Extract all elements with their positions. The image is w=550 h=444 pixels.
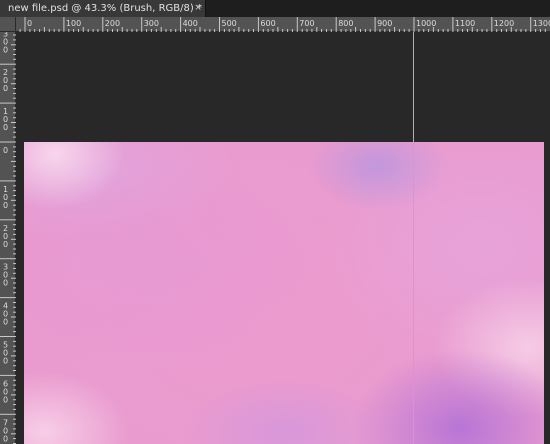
vertical-ruler-ticks: 3002001000100200300400500600700	[0, 32, 16, 444]
ruler-label: 100	[3, 107, 8, 132]
document-tab[interactable]: new file.psd @ 43.3% (Brush, RGB/8) * ×	[0, 0, 206, 17]
svg-text:0: 0	[3, 318, 8, 327]
ruler-label: 500	[3, 341, 8, 366]
ruler-label: 1000	[416, 19, 436, 28]
svg-text:0: 0	[3, 201, 8, 210]
ruler-label: 300	[3, 263, 8, 288]
ruler-label: 600	[260, 19, 275, 28]
svg-text:0: 0	[3, 279, 8, 288]
svg-text:0: 0	[3, 240, 8, 249]
svg-text:0: 0	[3, 84, 8, 93]
svg-text:0: 0	[3, 45, 8, 54]
ruler-label: 0	[27, 19, 32, 28]
pasteboard[interactable]	[16, 32, 550, 444]
close-icon[interactable]: ×	[192, 0, 204, 17]
svg-text:0: 0	[3, 434, 8, 443]
ruler-label: 1300	[533, 19, 550, 28]
vertical-ruler[interactable]: 3002001000100200300400500600700	[0, 32, 16, 444]
ruler-label: 500	[222, 19, 237, 28]
ruler-label: 900	[377, 19, 392, 28]
ruler-label: 300	[144, 19, 159, 28]
document-tab-bar: new file.psd @ 43.3% (Brush, RGB/8) * ×	[0, 0, 550, 17]
ruler-label: 200	[3, 224, 8, 249]
ruler-label: 700	[3, 418, 8, 443]
ruler-label: 800	[338, 19, 353, 28]
horizontal-ruler-ticks: 0 100 200 300 400 500 600 700 800 900 1000 1100 1200…	[19, 17, 550, 32]
vertical-guide-line[interactable]	[413, 32, 414, 444]
ruler-label: 100	[66, 19, 81, 28]
ruler-label: 300	[3, 32, 8, 54]
svg-text:0: 0	[3, 146, 8, 155]
document-tab-title: new file.psd @ 43.3% (Brush, RGB/8) *	[8, 3, 202, 14]
ruler-label: 400	[183, 19, 198, 28]
ruler-origin-corner[interactable]	[0, 17, 16, 32]
ruler-label: 400	[3, 302, 8, 327]
svg-text:0: 0	[3, 123, 8, 132]
ruler-label: 0	[3, 146, 8, 155]
ruler-label: 200	[105, 19, 120, 28]
ruler-label: 600	[3, 379, 8, 404]
ruler-label: 1100	[455, 19, 475, 28]
ruler-label: 100	[3, 185, 8, 210]
document-canvas[interactable]	[24, 142, 544, 444]
svg-text:0: 0	[3, 395, 8, 404]
ruler-label: 200	[3, 68, 8, 93]
ruler-label: 1200	[494, 19, 514, 28]
svg-text:0: 0	[3, 357, 8, 366]
horizontal-ruler[interactable]: 0 100 200 300 400 500 600 700 800 900 1000 1100 1200…	[16, 17, 550, 32]
ruler-label: 700	[299, 19, 314, 28]
